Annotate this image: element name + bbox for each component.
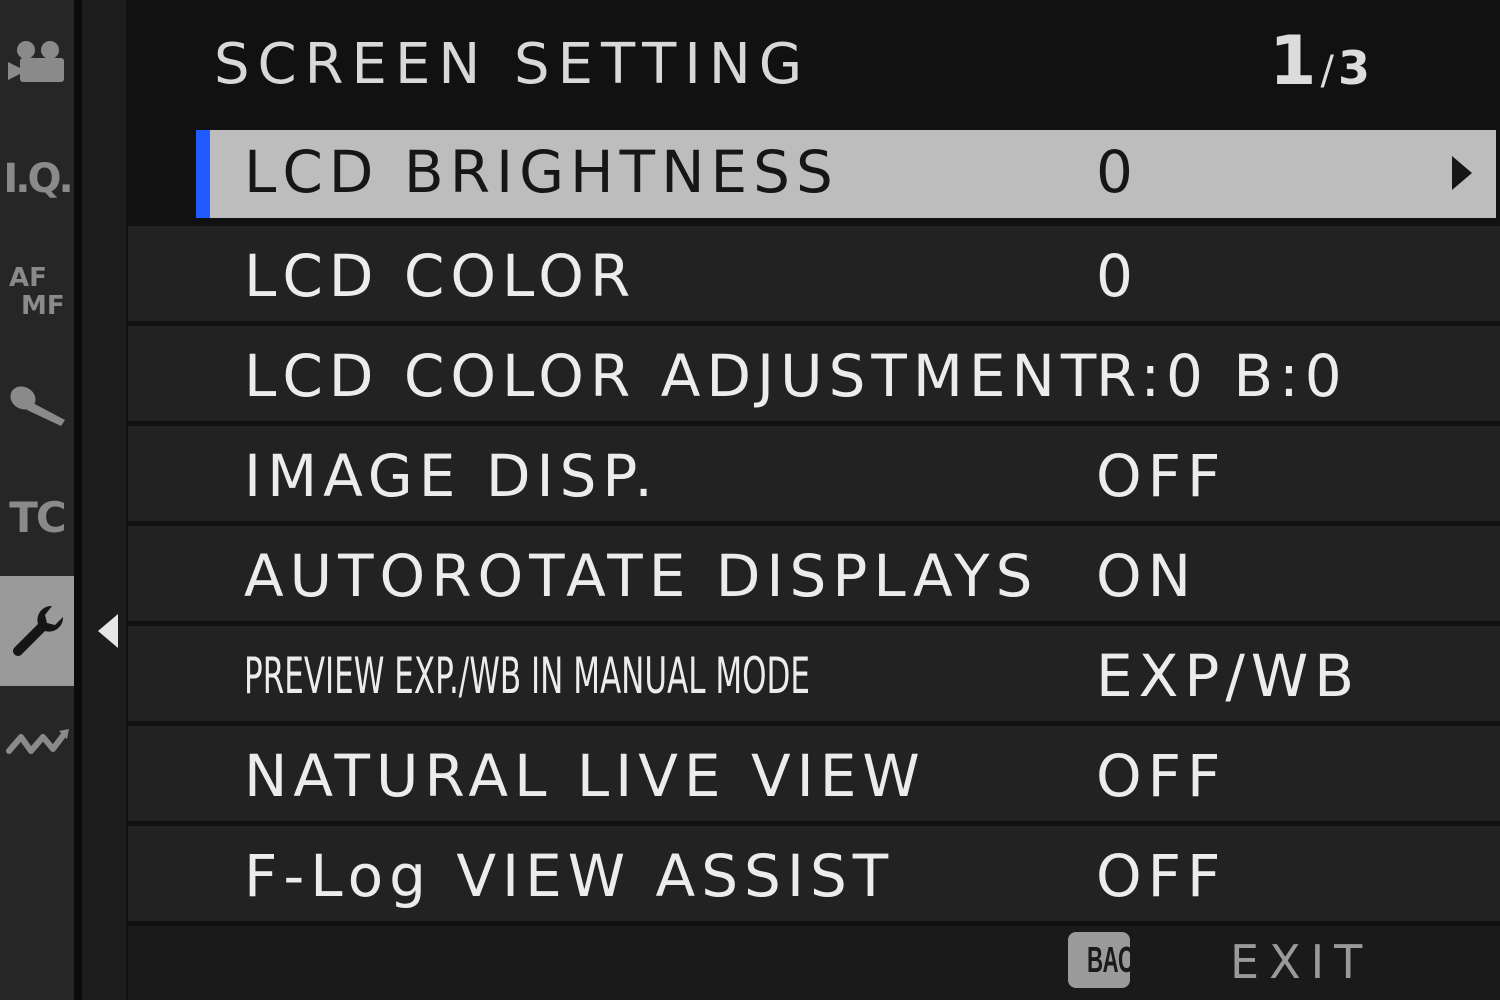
page-indicator: 1/3 <box>1269 22 1370 119</box>
right-arrow-icon[interactable] <box>1452 156 1472 190</box>
page-title: SCREEN SETTING <box>214 32 811 97</box>
menu-item-label: LCD COLOR ADJUSTMENT <box>244 342 1103 410</box>
menu-item-natural-live-view[interactable]: NATURAL LIVE VIEW OFF <box>128 726 1500 821</box>
squiggle-icon[interactable] <box>0 688 74 798</box>
wrench-glyph <box>12 605 64 656</box>
menu-item-value: 0 <box>1096 242 1139 310</box>
timecode-text: TC <box>9 492 67 542</box>
menu-item-label: NATURAL LIVE VIEW <box>244 742 926 810</box>
af-mf-text: AF MF <box>7 265 67 321</box>
page-current: 1 <box>1269 22 1317 101</box>
menu-item-value: ON <box>1096 542 1198 610</box>
movie-camera-icon[interactable] <box>0 8 74 118</box>
camera-menu-screen: I.Q. AF MF TC SCREEN SETTING 1 /3 LCD BR… <box>0 0 1500 1000</box>
menu-item-label: IMAGE DISP. <box>244 442 659 510</box>
af-text: AF <box>9 263 47 293</box>
wrench-icon[interactable] <box>0 576 74 686</box>
sidebar-gutter <box>82 0 126 1000</box>
image-quality-icon[interactable]: I.Q. <box>0 124 74 234</box>
menu-item-value: OFF <box>1096 742 1227 810</box>
menu-item-image-disp[interactable]: IMAGE DISP. OFF <box>128 426 1500 521</box>
page-total: 3 <box>1337 41 1370 95</box>
microphone-icon[interactable] <box>0 350 74 460</box>
menu-item-value: OFF <box>1096 442 1227 510</box>
menu-item-label: LCD COLOR <box>244 242 637 310</box>
back-button-label: BACK <box>1087 939 1130 980</box>
page-separator: / <box>1320 48 1334 94</box>
menu-item-label: AUTOROTATE DISPLAYS <box>244 542 1039 610</box>
menu-item-value: EXP/WB <box>1096 642 1361 710</box>
left-arrow-icon[interactable] <box>98 614 118 648</box>
back-button[interactable]: BACK <box>1068 932 1130 988</box>
squiggle-glyph <box>6 729 69 754</box>
menu-item-label: PREVIEW EXP./WB IN MANUAL MODE <box>244 647 810 705</box>
menu-item-value: R:0 B:0 <box>1096 342 1348 410</box>
menu-item-lcd-color[interactable]: LCD COLOR 0 <box>128 226 1500 321</box>
movie-camera-glyph <box>8 41 64 82</box>
sidebar-divider <box>74 0 82 1000</box>
image-quality-text: I.Q. <box>3 156 73 202</box>
footer-bar: BACK EXIT <box>128 926 1500 1000</box>
selection-accent-bar <box>196 130 210 218</box>
menu-item-f-log-view-assist[interactable]: F-Log VIEW ASSIST OFF <box>128 826 1500 921</box>
timecode-icon[interactable]: TC <box>0 462 74 572</box>
mf-text: MF <box>21 291 65 321</box>
microphone-glyph <box>10 386 65 426</box>
menu-item-label: LCD BRIGHTNESS <box>244 138 839 206</box>
menu-category-sidebar: I.Q. AF MF TC <box>0 0 74 1000</box>
focus-mode-icon[interactable]: AF MF <box>0 238 74 348</box>
settings-menu-list: LCD BRIGHTNESS 0 LCD COLOR 0 LCD COLOR A… <box>128 126 1500 926</box>
menu-item-autorotate-displays[interactable]: AUTOROTATE DISPLAYS ON <box>128 526 1500 621</box>
menu-item-lcd-brightness[interactable]: LCD BRIGHTNESS 0 <box>128 126 1500 221</box>
exit-label: EXIT <box>1230 935 1373 989</box>
menu-item-label: F-Log VIEW ASSIST <box>244 842 895 910</box>
menu-item-lcd-color-adjustment[interactable]: LCD COLOR ADJUSTMENT R:0 B:0 <box>128 326 1500 421</box>
menu-item-value: OFF <box>1096 842 1227 910</box>
menu-item-preview-exp-wb[interactable]: PREVIEW EXP./WB IN MANUAL MODE EXP/WB <box>128 626 1500 721</box>
menu-item-value: 0 <box>1096 138 1139 206</box>
